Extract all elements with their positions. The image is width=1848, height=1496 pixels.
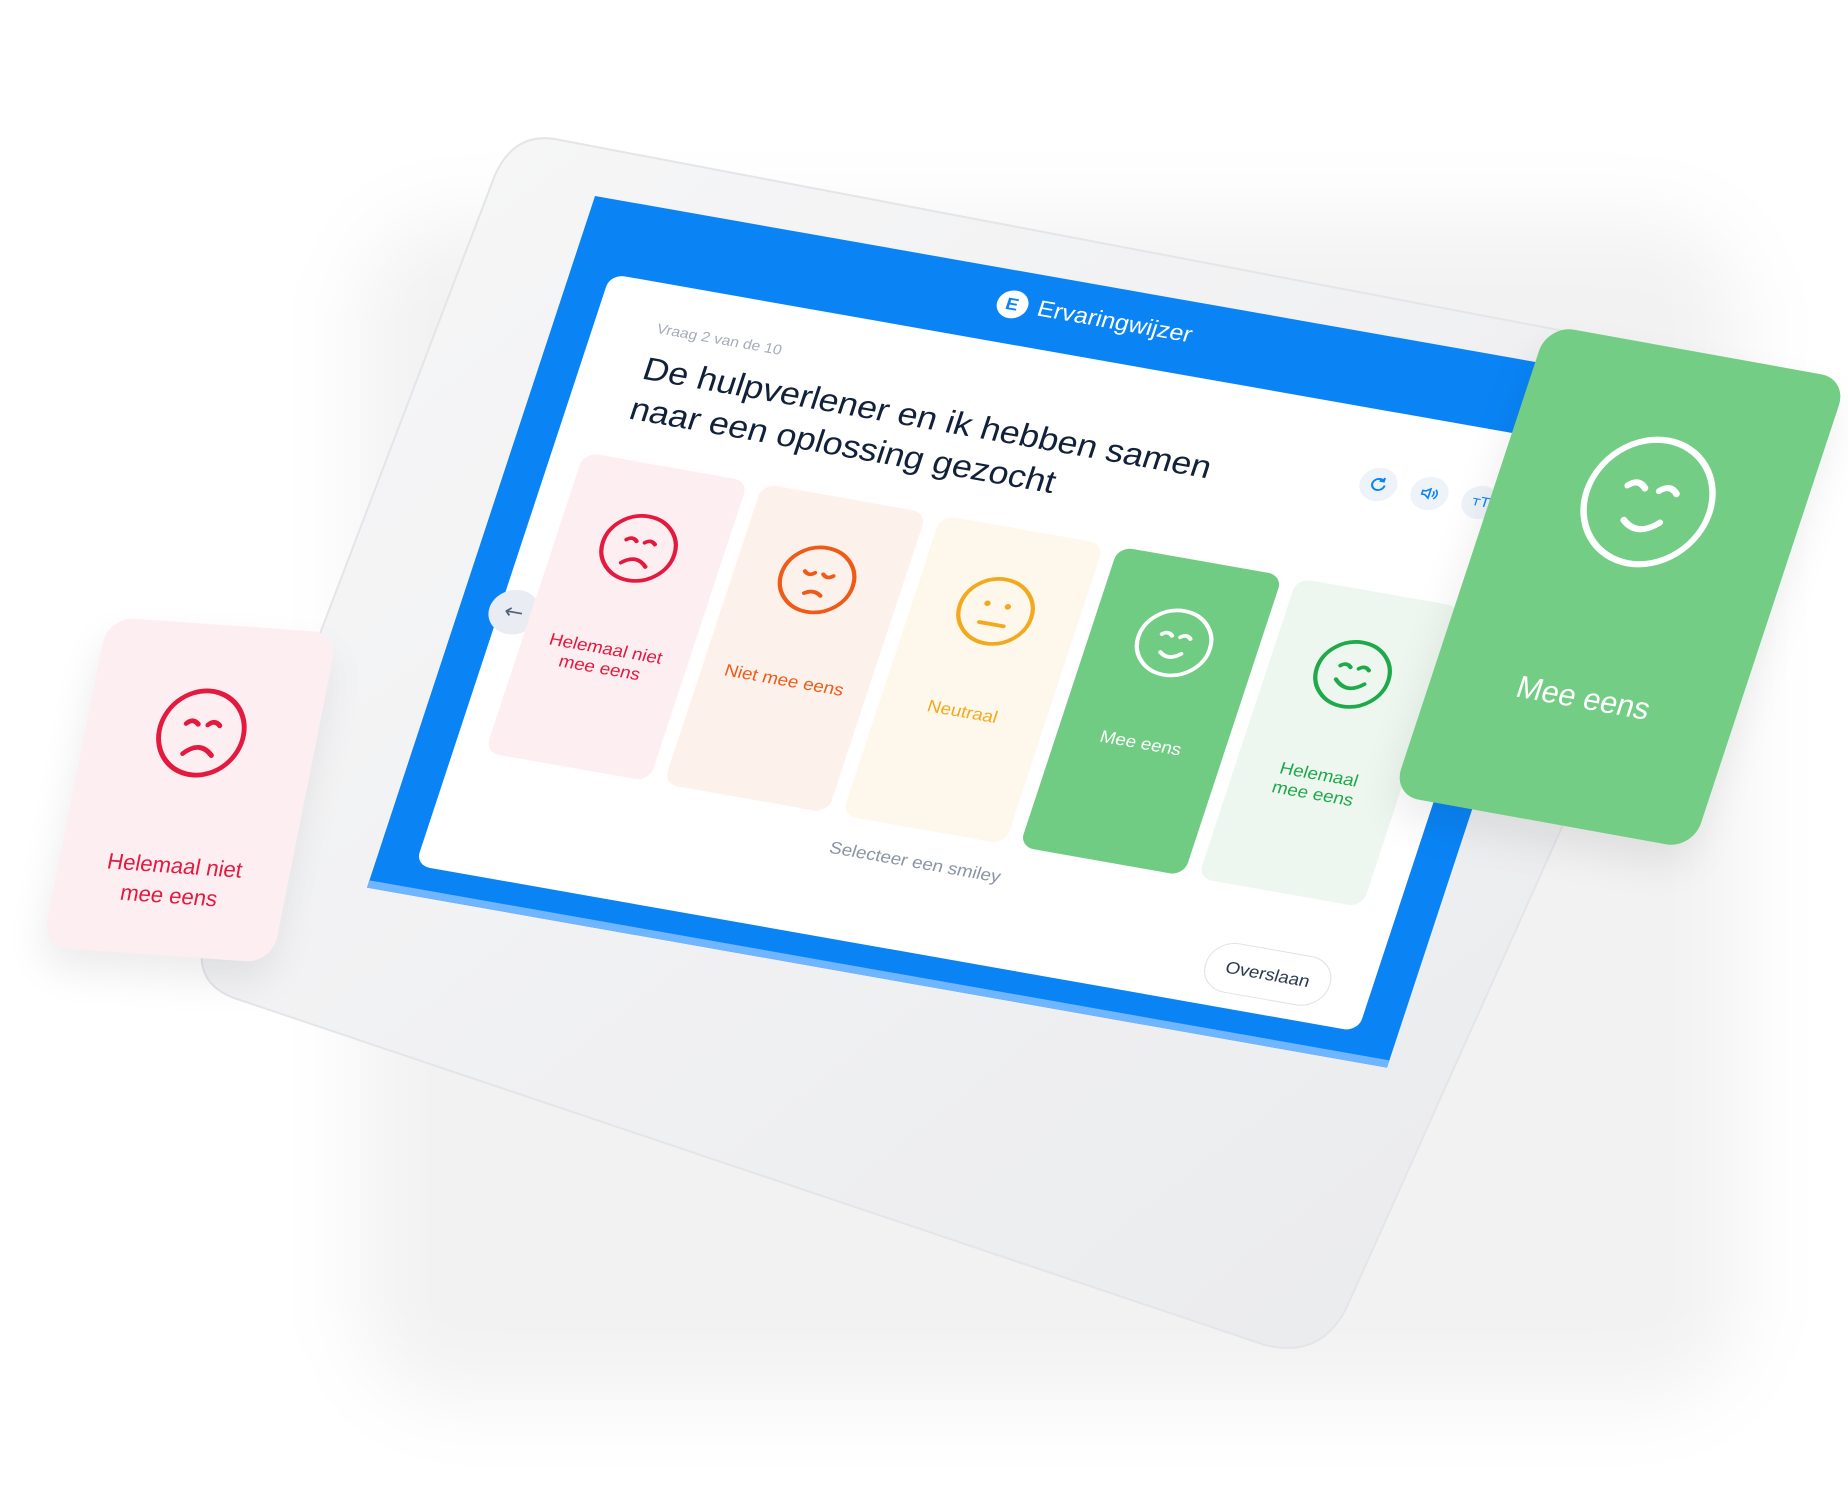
read-aloud-button[interactable]	[1405, 473, 1454, 514]
option-label: Mee eens	[1097, 726, 1185, 760]
arrow-left-icon: ←	[500, 599, 528, 626]
option-label: Niet mee eens	[722, 660, 847, 700]
refresh-button[interactable]	[1354, 464, 1403, 505]
very-happy-face-icon	[1312, 640, 1392, 709]
very-sad-face-icon	[156, 688, 247, 778]
smiling-face-icon	[1580, 436, 1716, 568]
very-sad-face-icon	[599, 514, 679, 583]
sad-face-icon	[777, 545, 857, 615]
refresh-icon	[1371, 477, 1386, 491]
option-label: Neutraal	[924, 696, 1001, 727]
logo-badge-icon: E	[992, 287, 1033, 321]
floating-card-label: Mee eens	[1511, 670, 1655, 727]
answer-options: Helemaal niet mee eens Niet mee eens Neu…	[484, 452, 1462, 908]
smiling-face-icon	[1134, 608, 1214, 678]
skip-button[interactable]: Overslaan	[1197, 938, 1339, 1010]
floating-card-label-2: mee eens	[118, 879, 220, 912]
accessibility-tools: тT	[1354, 464, 1505, 523]
speaker-icon	[1420, 487, 1438, 500]
neutral-face-icon	[956, 577, 1035, 646]
